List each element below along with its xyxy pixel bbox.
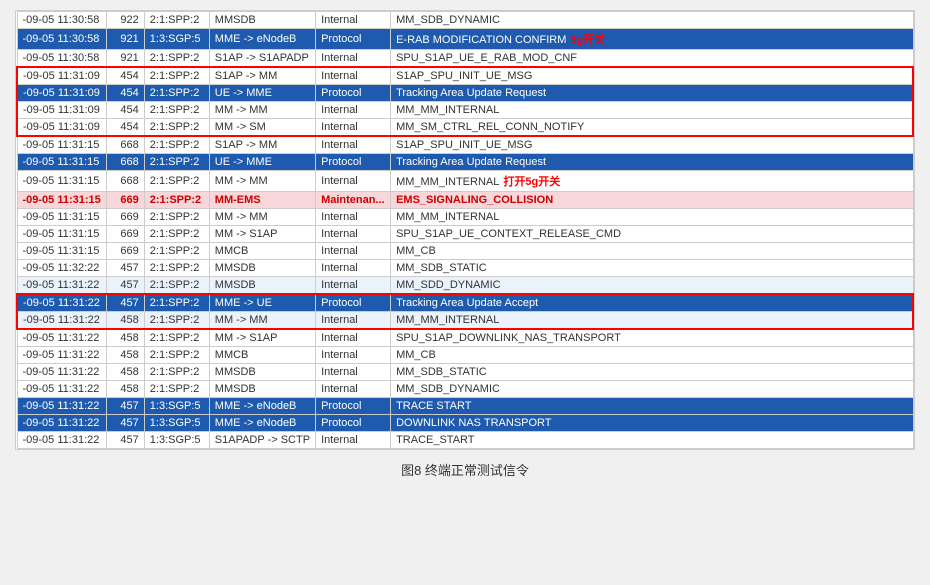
annotation: 5g开关: [570, 34, 605, 46]
annotation: 打开5g开关: [503, 176, 560, 188]
signal-table: -09-05 11:30:589222:1:SPP:2MMSDBInternal…: [15, 10, 915, 450]
table-row[interactable]: -09-05 11:31:224572:1:SPP:2MMSDBInternal…: [17, 277, 913, 295]
table-row[interactable]: -09-05 11:31:224571:3:SGP:5MME -> eNodeB…: [17, 398, 913, 415]
table-row[interactable]: -09-05 11:31:094542:1:SPP:2MM -> MMInter…: [17, 102, 913, 119]
table-row[interactable]: -09-05 11:31:224582:1:SPP:2MMCBInternalM…: [17, 347, 913, 364]
table-row[interactable]: -09-05 11:31:156682:1:SPP:2S1AP -> MMInt…: [17, 136, 913, 154]
table-row[interactable]: -09-05 11:31:224571:3:SGP:5S1APADP -> SC…: [17, 432, 913, 449]
table-row[interactable]: -09-05 11:31:156692:1:SPP:2MM -> MMInter…: [17, 209, 913, 226]
table-row[interactable]: -09-05 11:31:094542:1:SPP:2S1AP -> MMInt…: [17, 67, 913, 85]
table-row[interactable]: -09-05 11:30:589211:3:SGP:5MME -> eNodeB…: [17, 29, 913, 50]
table-row[interactable]: -09-05 11:31:224571:3:SGP:5MME -> eNodeB…: [17, 415, 913, 432]
table-row[interactable]: -09-05 11:31:224582:1:SPP:2MMSDBInternal…: [17, 381, 913, 398]
table-row[interactable]: -09-05 11:31:156692:1:SPP:2MM-EMSMainten…: [17, 192, 913, 209]
table-row[interactable]: -09-05 11:31:156692:1:SPP:2MMCBInternalM…: [17, 243, 913, 260]
table-row[interactable]: -09-05 11:31:224582:1:SPP:2MMSDBInternal…: [17, 364, 913, 381]
table-row[interactable]: -09-05 11:32:224572:1:SPP:2MMSDBInternal…: [17, 260, 913, 277]
table-row[interactable]: -09-05 11:31:156682:1:SPP:2UE -> MMEProt…: [17, 154, 913, 171]
table-row[interactable]: -09-05 11:31:094542:1:SPP:2UE -> MMEProt…: [17, 85, 913, 102]
table-row[interactable]: -09-05 11:31:224582:1:SPP:2MM -> S1APInt…: [17, 329, 913, 347]
table-row[interactable]: -09-05 11:31:224572:1:SPP:2MME -> UEProt…: [17, 294, 913, 312]
table-row[interactable]: -09-05 11:31:224582:1:SPP:2MM -> MMInter…: [17, 312, 913, 330]
table-row[interactable]: -09-05 11:30:589212:1:SPP:2S1AP -> S1APA…: [17, 50, 913, 68]
figure-caption: 图8 终端正常测试信令: [401, 460, 529, 479]
table-row[interactable]: -09-05 11:31:156692:1:SPP:2MM -> S1APInt…: [17, 226, 913, 243]
table-row[interactable]: -09-05 11:31:094542:1:SPP:2MM -> SMInter…: [17, 119, 913, 137]
table-row[interactable]: -09-05 11:31:156682:1:SPP:2MM -> MMInter…: [17, 171, 913, 192]
table-row[interactable]: -09-05 11:30:589222:1:SPP:2MMSDBInternal…: [17, 12, 913, 29]
